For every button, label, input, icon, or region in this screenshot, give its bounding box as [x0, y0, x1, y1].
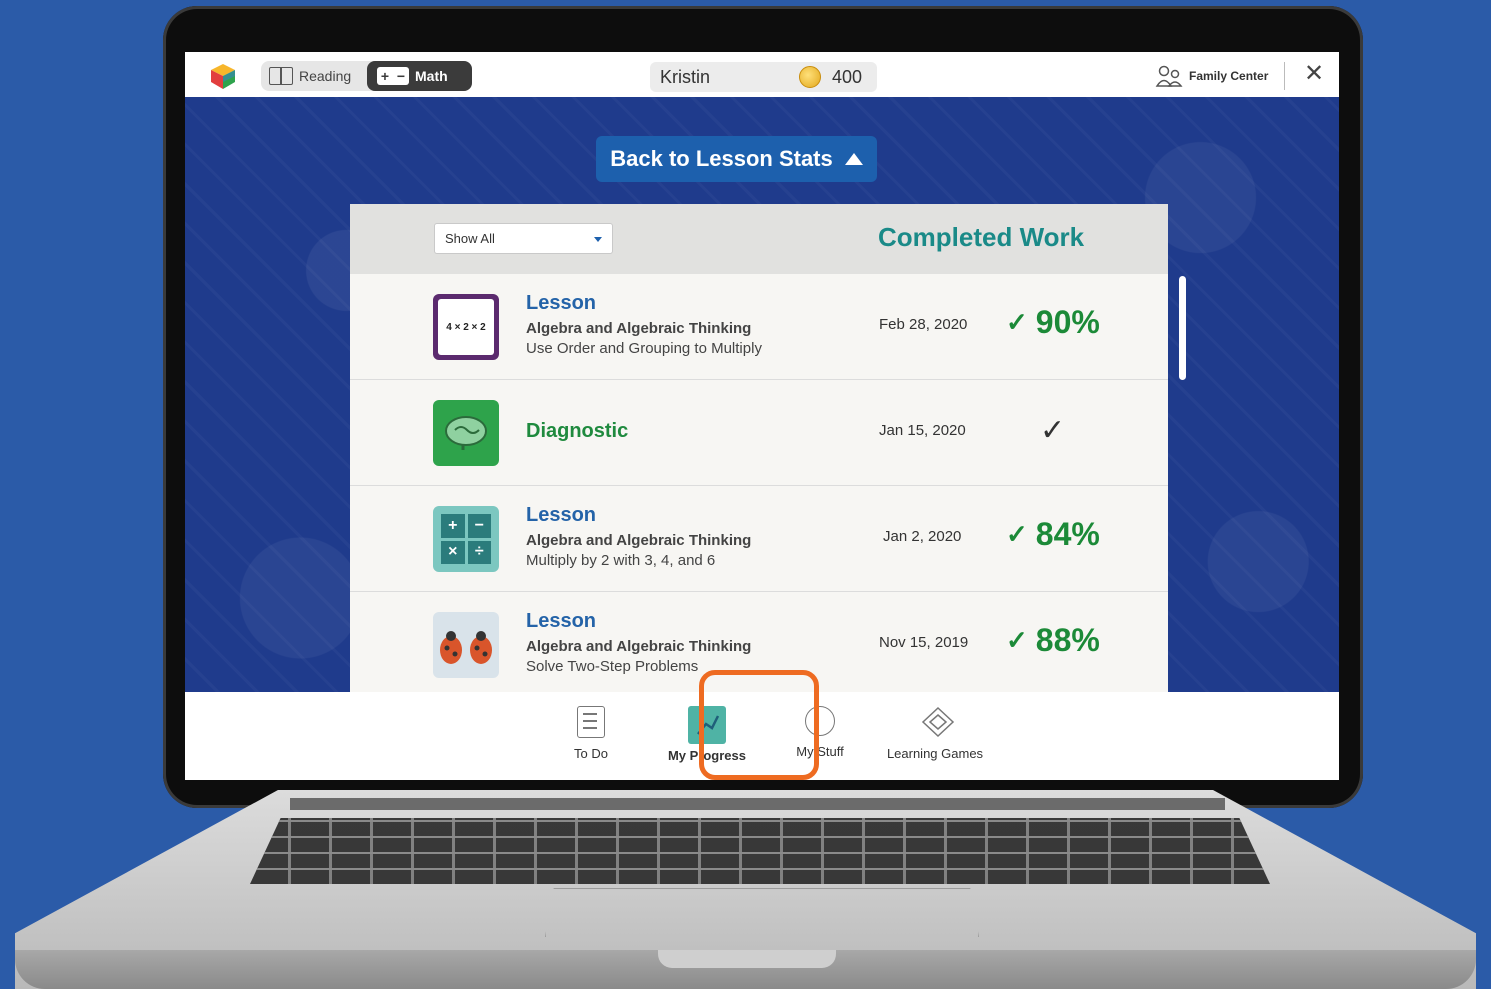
book-icon [269, 67, 293, 85]
nav-learning-games-label: Learning Games [886, 746, 984, 761]
ladybug-icon [440, 631, 492, 664]
subject-toggle: Reading + − Math [261, 61, 472, 91]
triangle-up-icon [844, 153, 863, 165]
row-title: Diagnostic [526, 420, 629, 442]
lesson-thumbnail [433, 612, 499, 678]
panel-heading: Completed Work [878, 222, 1085, 252]
coin-icon [799, 66, 821, 88]
back-to-lesson-stats-button[interactable]: Back to Lesson Stats [596, 136, 877, 182]
caret-down-icon [594, 237, 602, 242]
row-score: ✓ 84% [1006, 516, 1100, 553]
row-topic: Multiply by 2 with 3, 4, and 6 [526, 552, 716, 569]
row-title: Lesson [526, 292, 597, 314]
thumb-text: 4 × 2 × 2 [438, 299, 494, 355]
games-icon [921, 706, 955, 738]
completed-work-panel: Show All Completed Work 4 × 2 × 2 Lesson… [350, 204, 1168, 692]
checklist-icon [577, 706, 605, 738]
highlight-box [699, 670, 819, 780]
row-topic: Use Order and Grouping to Multiply [526, 340, 762, 357]
close-icon[interactable]: ✕ [1302, 60, 1326, 88]
row-topic: Solve Two-Step Problems [526, 658, 699, 675]
filter-dropdown[interactable]: Show All [434, 223, 613, 254]
nav-learning-games[interactable]: Learning Games [880, 706, 990, 761]
lesson-thumbnail: 4 × 2 × 2 [433, 294, 499, 360]
back-button-label: Back to Lesson Stats [610, 146, 833, 171]
family-center-label: Family Center [1189, 69, 1269, 83]
app-logo-icon[interactable] [209, 62, 237, 90]
row-title: Lesson [526, 504, 597, 526]
laptop-notch [658, 950, 836, 968]
plus-glyph: + [441, 514, 465, 538]
row-subject: Algebra and Algebraic Thinking [526, 638, 752, 655]
tab-math-label: Math [415, 68, 448, 84]
row-date: Nov 15, 2019 [879, 634, 969, 651]
minus-glyph: − [396, 68, 406, 84]
keyboard-rows [250, 818, 1270, 884]
filter-value: Show All [445, 231, 495, 246]
trackpad [545, 888, 979, 937]
score-value: 84% [1035, 516, 1100, 552]
row-date: Jan 2, 2020 [883, 528, 962, 545]
operations-grid: + − × ÷ [441, 514, 491, 564]
work-row[interactable]: + − × ÷ Lesson Algebra and Algebraic Thi… [350, 486, 1168, 592]
tab-reading[interactable]: Reading [269, 61, 351, 91]
lesson-thumbnail: + − × ÷ [433, 506, 499, 572]
laptop-hinge [290, 798, 1225, 810]
panel-header: Show All Completed Work [350, 204, 1168, 274]
check-icon: ✓ [1006, 307, 1028, 337]
check-icon: ✓ [1006, 625, 1028, 655]
row-subject: Algebra and Algebraic Thinking [526, 320, 752, 337]
row-title: Lesson [526, 610, 597, 632]
topbar-divider [1284, 62, 1285, 90]
plus-glyph: + [380, 68, 390, 84]
score-value: 90% [1035, 304, 1100, 340]
nav-to-do-label: To Do [574, 746, 608, 761]
tab-math[interactable]: + − Math [367, 61, 472, 91]
brain-icon [445, 416, 487, 450]
times-glyph: × [441, 540, 465, 564]
divide-glyph: ÷ [467, 540, 491, 564]
row-date: Jan 15, 2020 [879, 422, 966, 439]
row-score: ✓ 90% [1006, 304, 1100, 341]
diagnostic-thumbnail [433, 400, 499, 466]
score-value: 88% [1035, 622, 1100, 658]
coin-count: 400 [832, 67, 863, 87]
row-subject: Algebra and Algebraic Thinking [526, 532, 752, 549]
work-row[interactable]: Diagnostic Jan 15, 2020 ✓ [350, 380, 1168, 486]
nav-to-do[interactable]: To Do [565, 706, 617, 761]
work-row[interactable]: 4 × 2 × 2 Lesson Algebra and Algebraic T… [350, 274, 1168, 380]
user-name: Kristin [660, 67, 711, 87]
row-date: Feb 28, 2020 [879, 316, 968, 333]
tab-reading-label: Reading [299, 68, 352, 84]
row-score: ✓ 88% [1006, 622, 1100, 659]
math-icon: + − [377, 67, 409, 85]
user-pill: Kristin 400 [650, 62, 877, 92]
family-icon [1155, 65, 1183, 87]
top-bar: Reading + − Math Kristin 400 Family Cent… [185, 52, 1339, 97]
panel-scrollbar[interactable] [1179, 276, 1186, 380]
family-center-link[interactable]: Family Center [1155, 64, 1268, 88]
check-icon: ✓ [1040, 414, 1066, 447]
check-icon: ✓ [1006, 519, 1028, 549]
minus-glyph: − [467, 514, 491, 538]
